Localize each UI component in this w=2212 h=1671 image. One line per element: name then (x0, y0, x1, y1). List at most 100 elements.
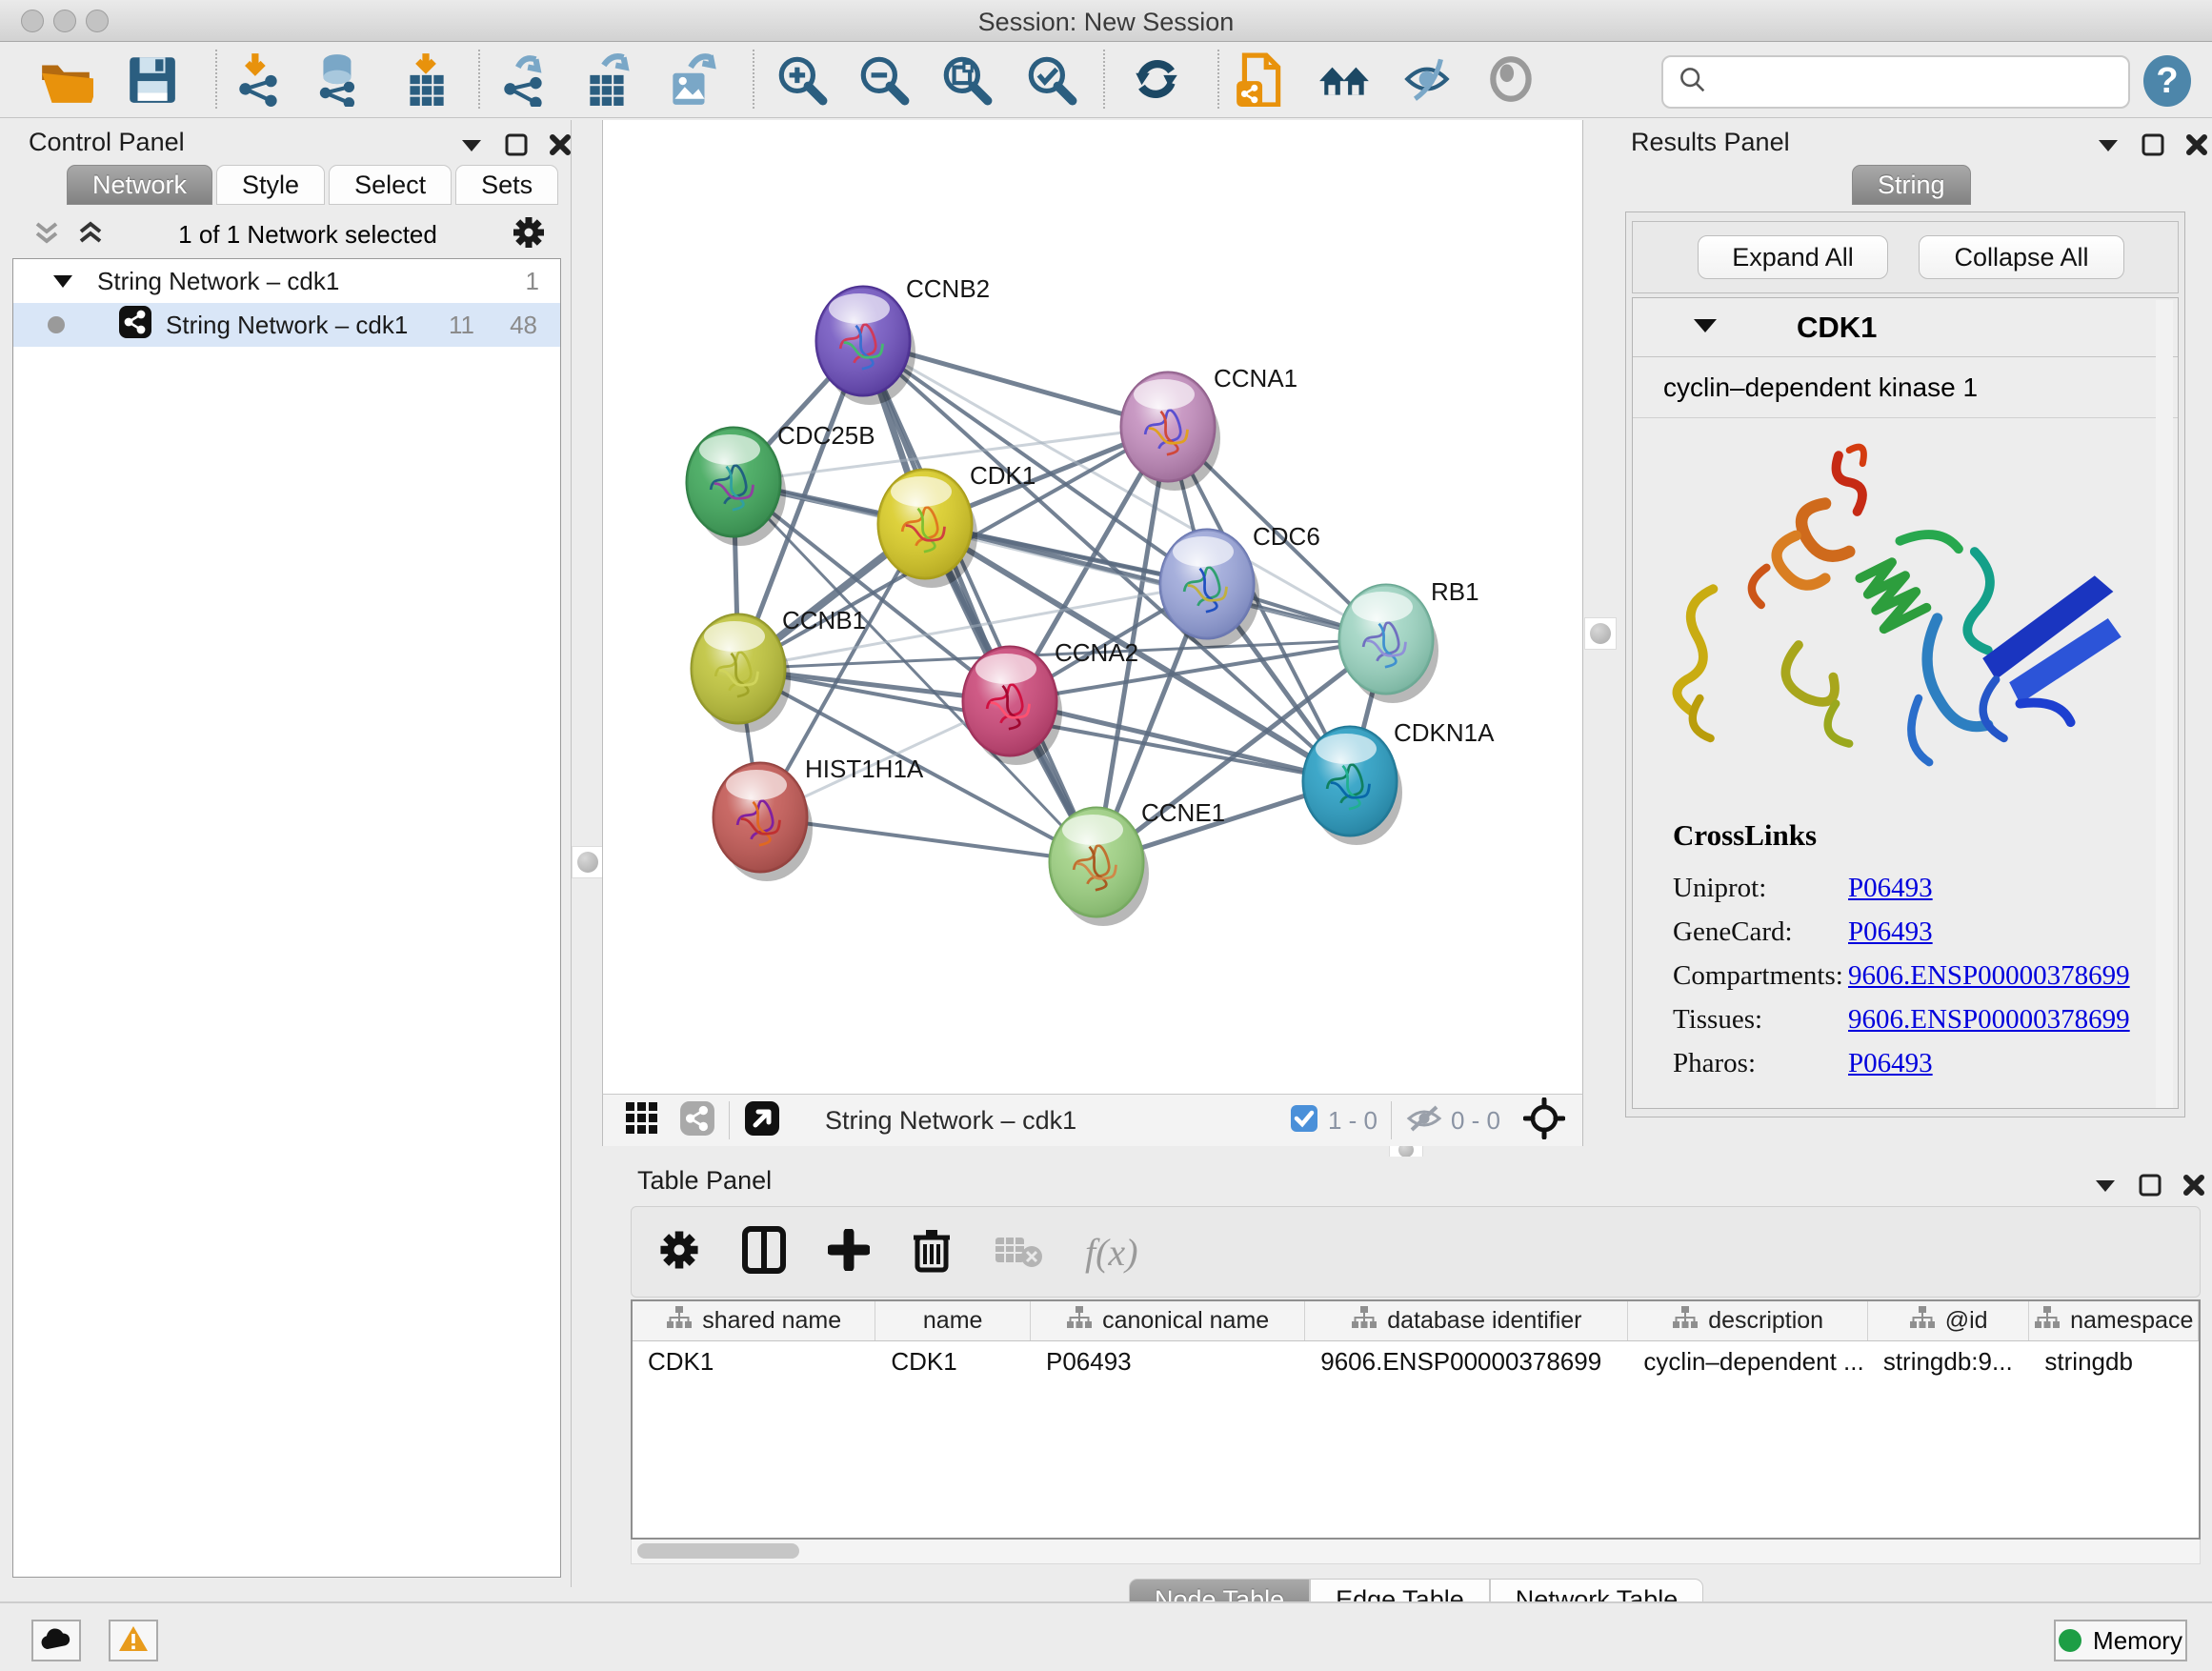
node-HIST1H1A[interactable]: HIST1H1A (714, 755, 924, 881)
right-splitter-handle[interactable] (1584, 617, 1617, 650)
tab-sets[interactable]: Sets (455, 165, 558, 205)
collapse-table-icon[interactable] (2093, 1176, 2118, 1199)
zoom-selected-icon[interactable] (1023, 51, 1078, 107)
delete-column-icon[interactable] (912, 1226, 952, 1278)
tab-string[interactable]: String (1852, 165, 1971, 205)
home-icon[interactable] (1317, 51, 1373, 107)
network-selection-summary: 1 of 1 Network selected (104, 220, 512, 250)
open-in-window-icon[interactable] (743, 1099, 781, 1142)
table-cell: cyclin–dependent ... (1628, 1341, 1867, 1385)
node-CCNA1[interactable]: CCNA1 (1121, 364, 1297, 491)
expand-all-tree-icon[interactable] (77, 218, 104, 252)
table-cell: CDK1 (633, 1341, 875, 1385)
results-vertical-scrollbar[interactable] (2156, 300, 2173, 1108)
network-collection-row[interactable]: String Network – cdk1 1 (13, 259, 560, 303)
open-session-icon[interactable] (38, 51, 93, 107)
string-network-icon (118, 305, 152, 346)
node-CDKN1A[interactable]: CDKN1A (1303, 718, 1495, 845)
fit-selected-crosshair-icon[interactable] (1523, 1097, 1565, 1144)
node-CDC25B[interactable]: CDC25B (687, 421, 875, 546)
node-label-CCNA2: CCNA2 (1055, 638, 1138, 667)
expand-all-button[interactable]: Expand All (1698, 235, 1888, 279)
float-table-icon[interactable] (2139, 1174, 2162, 1201)
table-row[interactable]: CDK1CDK1P064939606.ENSP00000378699cyclin… (633, 1341, 2199, 1385)
memory-button[interactable]: Memory (2054, 1620, 2187, 1661)
node-label-RB1: RB1 (1431, 577, 1479, 606)
column-header-database-identifier[interactable]: database identifier (1305, 1301, 1628, 1340)
network-row[interactable]: String Network – cdk1 11 48 (13, 303, 560, 347)
network-column-icon (666, 1305, 693, 1337)
column-header-canonical-name[interactable]: canonical name (1031, 1301, 1305, 1340)
crosslinks-title: CrossLinks (1673, 818, 2178, 853)
search-input[interactable] (1709, 68, 2109, 97)
selected-checkbox-icon[interactable] (1290, 1104, 1318, 1137)
cloud-status-button[interactable] (31, 1620, 81, 1661)
crosslink-value-link[interactable]: 9606.ENSP00000378699 (1848, 960, 2130, 992)
collapse-panel-icon[interactable] (459, 135, 484, 159)
gene-expander-icon[interactable] (1692, 315, 1719, 339)
zoom-fit-icon[interactable] (938, 51, 994, 107)
node-CCNA2[interactable]: CCNA2 (963, 638, 1138, 765)
close-results-icon[interactable] (2185, 133, 2208, 161)
export-network-icon[interactable] (496, 51, 552, 107)
node-CCNE1[interactable]: CCNE1 (1050, 798, 1225, 926)
column-header-description[interactable]: description (1628, 1301, 1867, 1340)
zoom-in-icon[interactable] (774, 51, 829, 107)
tab-network[interactable]: Network (67, 165, 212, 205)
hide-glasses-icon[interactable] (1401, 51, 1457, 107)
tab-style[interactable]: Style (216, 165, 325, 205)
network-options-gear-icon[interactable] (512, 215, 546, 254)
left-splitter-handle[interactable] (572, 846, 604, 878)
column-header--id[interactable]: @id (1868, 1301, 2030, 1340)
title-bar: Session: New Session (0, 0, 2212, 42)
collapse-all-button[interactable]: Collapse All (1919, 235, 2124, 279)
export-table-icon[interactable] (580, 51, 635, 107)
hidden-eye-icon[interactable] (1405, 1103, 1443, 1138)
crosslink-row: Pharos: P06493 (1673, 1041, 2178, 1085)
import-network-file-icon[interactable] (231, 51, 287, 107)
column-header-shared-name[interactable]: shared name (633, 1301, 875, 1340)
create-column-icon[interactable] (828, 1229, 870, 1276)
collapse-all-tree-icon[interactable] (33, 218, 60, 252)
string-import-icon[interactable] (1233, 51, 1288, 107)
crosslink-value-link[interactable]: P06493 (1848, 873, 1933, 904)
import-network-database-icon[interactable] (312, 51, 367, 107)
refresh-icon[interactable] (1128, 51, 1183, 107)
close-table-icon[interactable] (2182, 1174, 2205, 1201)
save-session-icon[interactable] (124, 51, 179, 107)
node-CCNB2[interactable]: CCNB2 (816, 274, 990, 405)
node-CDK1[interactable]: CDK1 (878, 461, 1036, 588)
close-panel-icon[interactable] (549, 133, 572, 161)
float-panel-icon[interactable] (505, 133, 528, 161)
search-box[interactable] (1661, 55, 2130, 109)
export-image-icon[interactable] (663, 51, 718, 107)
window-title: Session: New Session (0, 8, 2212, 37)
zoom-out-icon[interactable] (855, 51, 911, 107)
node-CDC6[interactable]: CDC6 (1160, 522, 1320, 648)
node-label-CCNB2: CCNB2 (906, 274, 990, 303)
tab-select[interactable]: Select (329, 165, 452, 205)
current-network-name: String Network – cdk1 (825, 1106, 1076, 1136)
float-results-icon[interactable] (2142, 133, 2164, 161)
crosslink-value-link[interactable]: P06493 (1848, 916, 1933, 948)
table-options-gear-icon[interactable] (658, 1229, 700, 1276)
string-badge-gray-icon[interactable] (679, 1100, 715, 1141)
inactive-eye-icon[interactable] (1484, 51, 1539, 107)
crosslink-value-link[interactable]: P06493 (1848, 1048, 1933, 1079)
edge-CCNB2-CCNE1[interactable] (863, 341, 1096, 862)
warning-status-button[interactable] (109, 1620, 158, 1661)
crosslink-value-link[interactable]: 9606.ENSP00000378699 (1848, 1004, 2130, 1036)
birds-eye-view-icon[interactable] (624, 1100, 660, 1141)
node-RB1[interactable]: RB1 (1339, 577, 1479, 703)
import-table-icon[interactable] (398, 51, 453, 107)
column-header-name[interactable]: name (875, 1301, 1031, 1340)
table-cell: 9606.ENSP00000378699 (1305, 1341, 1628, 1385)
table-horizontal-scrollbar[interactable] (631, 1540, 2201, 1564)
show-columns-icon[interactable] (742, 1226, 786, 1278)
collection-expander-icon[interactable] (51, 267, 74, 296)
column-header-namespace[interactable]: namespace (2029, 1301, 2199, 1340)
help-button[interactable]: ? (2142, 53, 2193, 109)
node-CCNB1[interactable]: CCNB1 (692, 606, 866, 733)
network-canvas[interactable]: CCNB2 CCNA1 CDC25BCDK1 CDC6 RB1 CCNB1 CCNA2 CDK… (602, 120, 1583, 1094)
collapse-results-icon[interactable] (2096, 135, 2121, 159)
